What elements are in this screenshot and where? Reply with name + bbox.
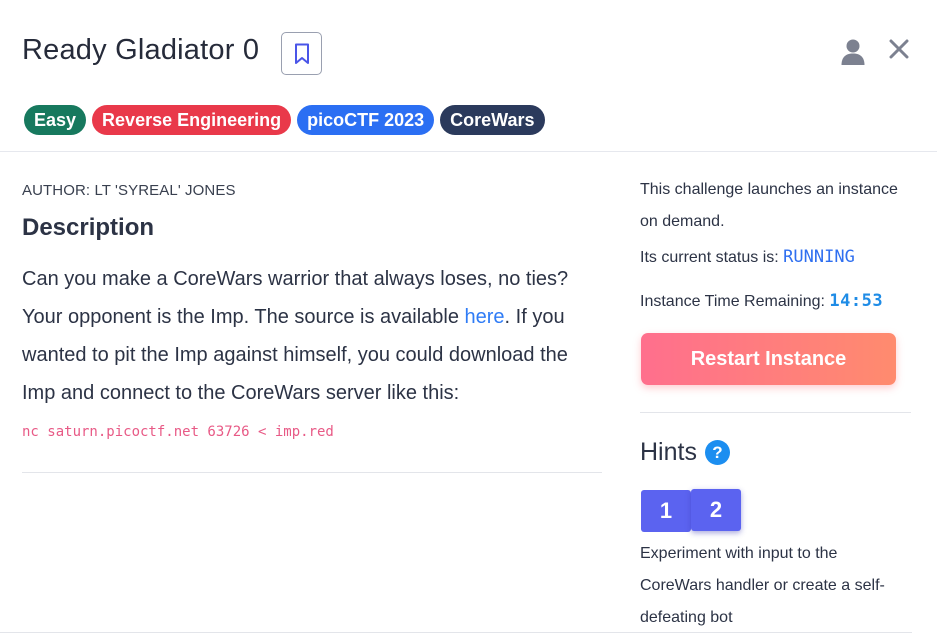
connect-command: nc saturn.picoctf.net 63726 < imp.red bbox=[22, 424, 334, 440]
tag-event[interactable]: picoCTF 2023 bbox=[297, 105, 435, 135]
author-label: AUTHOR: LT 'SYREAL' JONES bbox=[22, 182, 236, 199]
challenge-header: Ready Gladiator 0 Easy Reverse Engineeri… bbox=[0, 0, 937, 152]
instance-time: Instance Time Remaining: 14:53 bbox=[640, 285, 883, 318]
help-icon[interactable]: ? bbox=[704, 440, 730, 465]
bottom-divider bbox=[0, 632, 912, 633]
hint-tabs: 1 2 bbox=[641, 489, 741, 532]
bookmark-button[interactable] bbox=[281, 32, 322, 75]
close-icon[interactable] bbox=[886, 36, 912, 62]
description-heading: Description bbox=[22, 214, 155, 241]
bookmark-icon bbox=[294, 43, 309, 64]
description-divider bbox=[22, 472, 602, 473]
tag-difficulty[interactable]: Easy bbox=[24, 105, 87, 135]
hint-text: Experiment with input to the CoreWars ha… bbox=[640, 545, 885, 626]
restart-instance-button[interactable]: Restart Instance bbox=[641, 333, 896, 385]
status-label: Its current status is: bbox=[640, 249, 784, 266]
hint-tab-1[interactable]: 1 bbox=[641, 490, 691, 532]
challenge-title: Ready Gladiator 0 bbox=[22, 34, 260, 66]
time-label: Instance Time Remaining: bbox=[640, 293, 830, 310]
hint-tab-2[interactable]: 2 bbox=[691, 489, 741, 531]
hints-heading: Hints ? bbox=[640, 438, 730, 467]
instance-divider bbox=[640, 412, 911, 413]
user-icon[interactable] bbox=[838, 36, 868, 68]
hints-title: Hints bbox=[640, 438, 697, 466]
tag-topic[interactable]: CoreWars bbox=[440, 105, 545, 135]
status-value: RUNNING bbox=[783, 247, 855, 267]
tag-category[interactable]: Reverse Engineering bbox=[92, 105, 292, 135]
instance-status: Its current status is: RUNNING bbox=[640, 241, 855, 274]
time-value: 14:53 bbox=[829, 291, 884, 311]
tag-list: Easy Reverse Engineering picoCTF 2023 Co… bbox=[24, 105, 545, 135]
instance-launch-text: This challenge launches an instance on d… bbox=[640, 181, 898, 230]
source-link[interactable]: here bbox=[465, 306, 505, 328]
description-text: Can you make a CoreWars warrior that alw… bbox=[22, 260, 602, 412]
